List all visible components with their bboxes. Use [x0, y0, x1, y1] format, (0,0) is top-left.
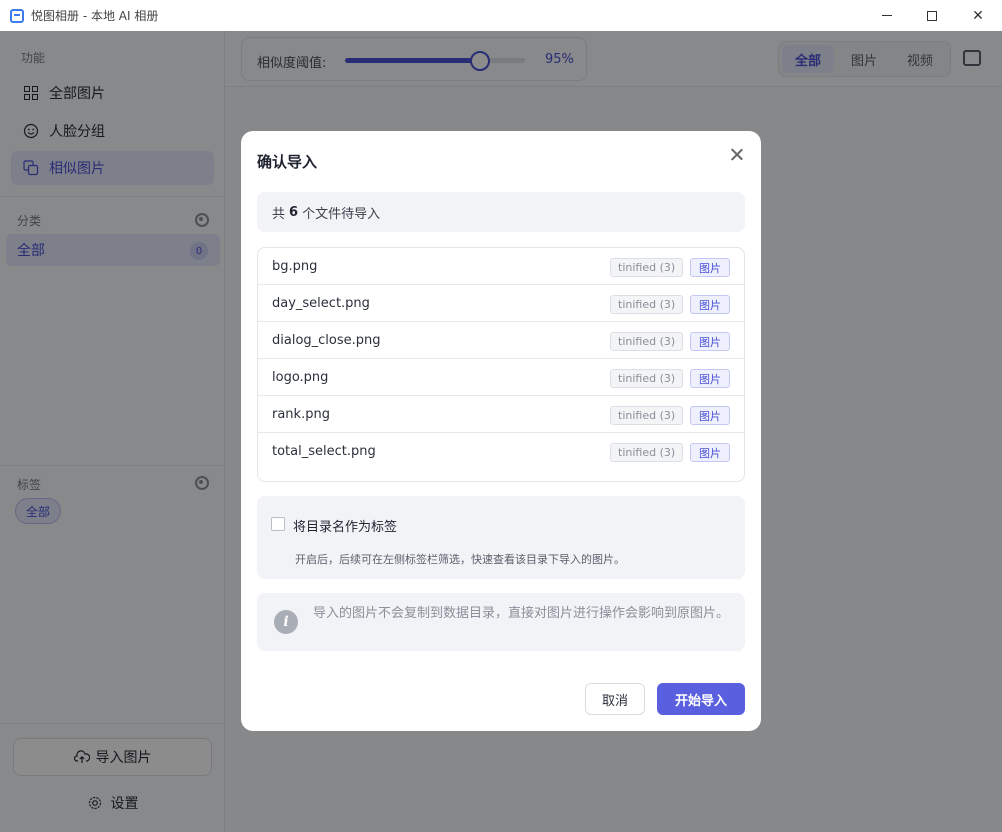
start-import-button[interactable]: 开始导入 — [657, 683, 745, 715]
dialog-close-icon[interactable] — [727, 145, 747, 165]
folder-as-tag-checkbox[interactable] — [271, 517, 285, 531]
file-name: logo.png — [272, 369, 329, 385]
source-folder-badge: tinified (3) — [610, 406, 684, 425]
window-close-button[interactable]: ✕ — [955, 0, 1001, 31]
file-row: logo.png tinified (3) 图片 — [258, 359, 744, 396]
summary-count: 6 — [289, 204, 299, 220]
minimize-button[interactable] — [864, 0, 910, 31]
summary-suffix: 个文件待导入 — [302, 206, 381, 222]
file-name: dialog_close.png — [272, 332, 381, 348]
file-row: rank.png tinified (3) 图片 — [258, 396, 744, 433]
maximize-icon — [927, 10, 937, 21]
folder-as-tag-label[interactable]: 将目录名作为标签 — [293, 516, 397, 535]
summary-prefix: 共 — [272, 206, 286, 222]
import-info-notice: i 导入的图片不会复制到数据目录，直接对图片进行操作会影响到原图片。 — [257, 593, 745, 651]
file-type-badge: 图片 — [690, 406, 730, 425]
source-folder-badge: tinified (3) — [610, 258, 684, 277]
title-bar: 悦图相册 - 本地 AI 相册 ✕ — [0, 0, 1002, 31]
source-folder-badge: tinified (3) — [610, 332, 684, 351]
file-type-badge: 图片 — [690, 443, 730, 462]
import-summary: 共 6 个文件待导入 — [257, 192, 745, 232]
file-list: bg.png tinified (3) 图片 day_select.png ti… — [257, 247, 745, 482]
window-title: 悦图相册 - 本地 AI 相册 — [31, 9, 159, 23]
file-type-badge: 图片 — [690, 369, 730, 388]
folder-as-tag-hint: 开启后，后续可在左侧标签栏筛选，快速查看该目录下导入的图片。 — [295, 553, 625, 566]
cancel-button[interactable]: 取消 — [585, 683, 645, 715]
file-name: bg.png — [272, 258, 318, 274]
file-name: day_select.png — [272, 295, 370, 311]
file-type-badge: 图片 — [690, 258, 730, 277]
app-logo-icon — [10, 8, 24, 23]
file-row: total_select.png tinified (3) 图片 — [258, 433, 744, 470]
source-folder-badge: tinified (3) — [610, 295, 684, 314]
file-name: total_select.png — [272, 444, 376, 459]
folder-tag-option: 将目录名作为标签 开启后，后续可在左侧标签栏筛选，快速查看该目录下导入的图片。 — [257, 496, 745, 579]
file-type-badge: 图片 — [690, 295, 730, 314]
maximize-button[interactable] — [909, 0, 955, 31]
minimize-icon — [882, 15, 892, 16]
info-icon: i — [274, 610, 298, 634]
file-name: rank.png — [272, 406, 330, 422]
confirm-import-dialog: 确认导入 共 6 个文件待导入 bg.png tinified (3) 图片 d… — [241, 131, 761, 731]
file-row: day_select.png tinified (3) 图片 — [258, 285, 744, 322]
file-type-badge: 图片 — [690, 332, 730, 351]
file-row: bg.png tinified (3) 图片 — [258, 248, 744, 285]
source-folder-badge: tinified (3) — [610, 369, 684, 388]
source-folder-badge: tinified (3) — [610, 443, 684, 462]
close-icon: ✕ — [972, 7, 984, 24]
dialog-title: 确认导入 — [257, 153, 318, 171]
info-text: 导入的图片不会复制到数据目录，直接对图片进行操作会影响到原图片。 — [313, 606, 730, 621]
file-row: dialog_close.png tinified (3) 图片 — [258, 322, 744, 359]
